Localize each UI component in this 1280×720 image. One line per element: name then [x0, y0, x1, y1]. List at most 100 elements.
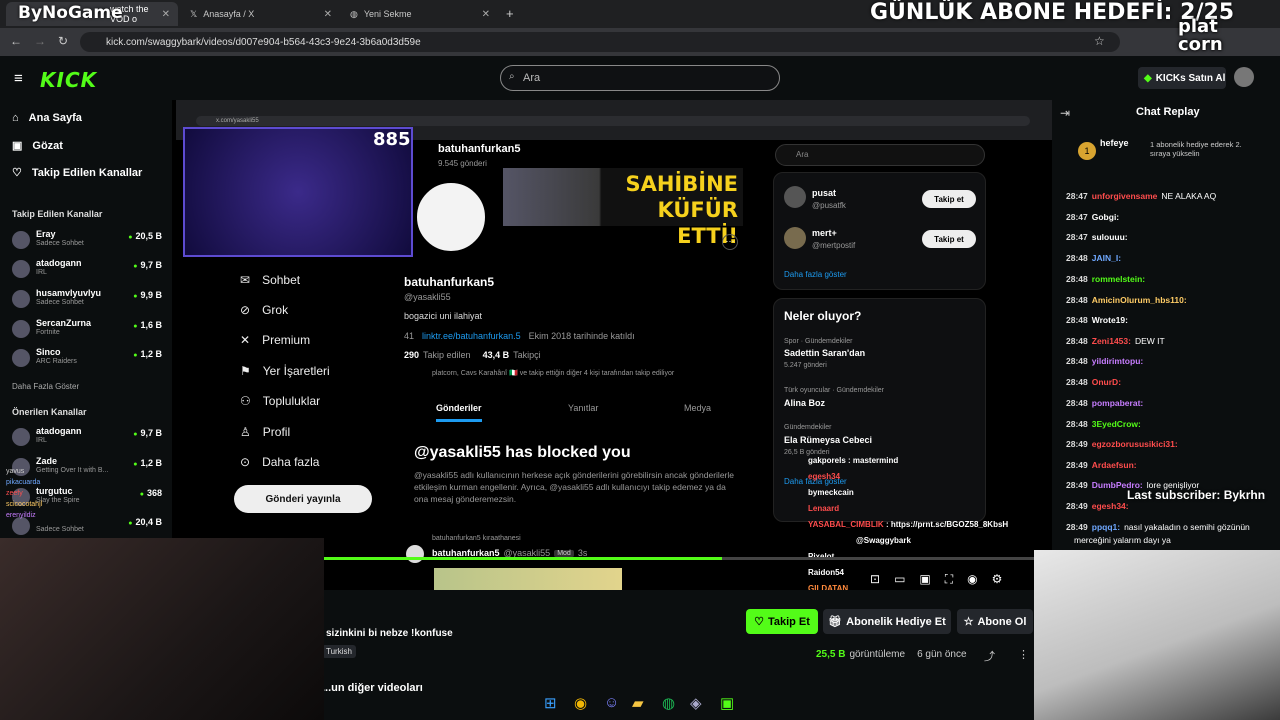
- viewer-count: 1,6 B: [133, 320, 162, 330]
- show-more-link[interactable]: Daha Fazla Göster: [12, 382, 79, 391]
- tab-new[interactable]: ◍ Yeni Sekme ✕: [342, 2, 498, 26]
- x-logo-icon: ✕: [240, 333, 251, 347]
- viewer-count: 368: [140, 488, 162, 498]
- close-icon[interactable]: ✕: [324, 9, 332, 20]
- sidebar-item-browse[interactable]: ▣ Gözat: [12, 139, 63, 153]
- repost-label: batuhanfurkan5 kıraathanesi: [432, 535, 521, 542]
- settings-icon[interactable]: ⚙: [992, 572, 1003, 587]
- mail-icon: ✉: [240, 273, 251, 287]
- more-icon[interactable]: ⋮: [1018, 648, 1029, 661]
- chat-username[interactable]: rommelstein:: [1092, 274, 1145, 284]
- chat-username[interactable]: Ardaefsun:: [1092, 460, 1137, 470]
- channel-item[interactable]: atadogannIRL 9,7 B: [12, 258, 162, 282]
- url-text: kick.com/swaggybark/videos/d007e904-b564…: [106, 36, 421, 48]
- discord-icon[interactable]: ☺: [604, 694, 619, 711]
- chat-username[interactable]: ppqq1:: [1092, 522, 1120, 532]
- x-nav-label: Yer İşaretleri: [262, 364, 330, 378]
- chat-username[interactable]: egesh34:: [1092, 501, 1129, 511]
- menu-icon[interactable]: ≡: [14, 70, 23, 87]
- views-info: 25,5 B görüntüleme 6 gün önce: [816, 649, 967, 660]
- chat-username[interactable]: pompaberat:: [1092, 398, 1143, 408]
- chat-message: merceğini yalarım dayı ya: [1066, 535, 1171, 545]
- x-post-button: Gönderi yayınla: [234, 485, 372, 513]
- stream-chat-user: @Swaggybark: [856, 536, 911, 545]
- channel-item[interactable]: atadogannIRL 9,7 B: [12, 426, 162, 450]
- trend-category: Gündemdekiler: [784, 424, 832, 431]
- sidebar-item-following[interactable]: ♡ Takip Edilen Kanallar: [12, 166, 142, 180]
- chat-time: 28:48: [1066, 356, 1088, 366]
- channel-item[interactable]: SincoARC Raiders 1,2 B: [12, 347, 162, 371]
- chat-username[interactable]: Wrote19:: [1092, 315, 1128, 325]
- globe-icon: ◍: [350, 8, 358, 19]
- pinned-user: hefeye: [1100, 138, 1129, 148]
- views-count: 25,5 B: [816, 649, 846, 660]
- forward-icon[interactable]: →: [34, 34, 46, 48]
- stream-chat-user: gakporels: [808, 456, 846, 465]
- trend-count: 5.247 gönderi: [784, 362, 827, 369]
- folder-icon[interactable]: ▰: [632, 694, 644, 712]
- x-post-count: 9.545 gönderi: [438, 159, 487, 168]
- chat-time: 28:49: [1066, 439, 1088, 449]
- following-count: 290: [404, 350, 420, 360]
- chat-username[interactable]: egzozborususikici31:: [1092, 439, 1178, 449]
- share-icon[interactable]: ⤴: [984, 648, 995, 664]
- address-bar[interactable]: kick.com/swaggybark/videos/d007e904-b564…: [80, 32, 1120, 52]
- chat-username[interactable]: JAIN_I:: [1092, 253, 1121, 263]
- sidebar-item-home[interactable]: ⌂ Ana Sayfa: [12, 112, 82, 124]
- channel-item[interactable]: husamvlyuvlyuSadece Sohbet 9,9 B: [12, 288, 162, 312]
- chat-username[interactable]: unforgivensame: [1092, 191, 1158, 201]
- avatar[interactable]: [1234, 67, 1254, 87]
- chat-text: merceğini yalarım dayı ya: [1074, 535, 1171, 545]
- chat-username[interactable]: OnurD:: [1092, 377, 1121, 387]
- chat-time: 28:49: [1066, 501, 1088, 511]
- new-tab-button[interactable]: +: [506, 6, 514, 21]
- kicks-label: KICKs Satın Al: [1155, 72, 1226, 84]
- chat-username[interactable]: sulouuu:: [1092, 232, 1128, 242]
- channel-item[interactable]: EraySadece Sohbet 20,5 B: [12, 229, 162, 253]
- steam-icon[interactable]: ◈: [690, 694, 702, 712]
- clip-icon[interactable]: ⊡: [870, 572, 880, 587]
- close-icon[interactable]: ✕: [162, 9, 170, 20]
- chat-username[interactable]: yildirimtopu:: [1092, 356, 1143, 366]
- chat-username[interactable]: Zeni1453:: [1092, 336, 1131, 346]
- theater-icon[interactable]: ▭: [894, 572, 905, 587]
- viewer-count: 20,5 B: [128, 231, 162, 241]
- chat-username[interactable]: AmicinOlurum_hbs110:: [1092, 295, 1187, 305]
- search-input[interactable]: ⌕ Ara: [500, 65, 780, 91]
- kick-logo[interactable]: KICK: [40, 68, 97, 92]
- back-icon[interactable]: ←: [10, 34, 22, 48]
- close-icon[interactable]: ✕: [482, 9, 490, 20]
- spotify-icon[interactable]: ◍: [662, 694, 675, 712]
- tab-x[interactable]: 𝕏 Anasayfa / X ✕: [182, 2, 340, 26]
- chat-username[interactable]: Gobgi:: [1092, 212, 1119, 222]
- bookmark-star-icon[interactable]: ☆: [1094, 34, 1105, 48]
- grok-icon: ⊘: [240, 303, 251, 317]
- app-icon[interactable]: ▣: [720, 694, 734, 712]
- x-nav-chat: ✉ Sohbet: [240, 273, 300, 287]
- home-icon: ⌂: [12, 112, 19, 124]
- kicks-button[interactable]: ◆ KICKs Satın Al: [1138, 67, 1226, 89]
- follow-button[interactable]: ♡ Takip Et: [746, 609, 818, 634]
- pip-icon[interactable]: ▣: [919, 572, 930, 587]
- chat-username[interactable]: 3EyedCrow:: [1092, 419, 1141, 429]
- chat-message: 28:48 rommelstein:: [1066, 274, 1149, 284]
- reload-icon[interactable]: ↻: [58, 34, 68, 48]
- collapse-chat-icon[interactable]: ⇥: [1060, 106, 1070, 120]
- language-tag[interactable]: Turkish: [322, 645, 356, 658]
- fullscreen-icon[interactable]: ⛶: [945, 572, 953, 587]
- sidebar-item-label: Gözat: [32, 139, 63, 152]
- speed-icon[interactable]: ◉: [967, 572, 977, 587]
- x-profile-bio: bogazici uni ilahiyat: [404, 311, 483, 321]
- banner-text: SAHİBİNE KÜFÜR ETTİ!: [625, 172, 738, 248]
- stream-chat-user: Lenaard: [808, 504, 840, 513]
- x-tab-media: Medya: [684, 403, 712, 413]
- avatar: [784, 186, 806, 208]
- x-profile-title: batuhanfurkan5: [438, 143, 521, 155]
- windows-start-icon[interactable]: ⊞: [544, 694, 557, 712]
- gift-sub-button[interactable]: 🎁︎ Abonelik Hediye Et: [823, 609, 951, 634]
- channel-item[interactable]: SercanZurnaFortnite 1,6 B: [12, 318, 162, 342]
- suggestion-follow-button: Takip et: [922, 190, 976, 208]
- chrome-icon[interactable]: ◉: [574, 694, 587, 712]
- subscribe-button[interactable]: ☆ Abone Ol: [957, 609, 1033, 634]
- x-meta-location: 41: [404, 331, 415, 341]
